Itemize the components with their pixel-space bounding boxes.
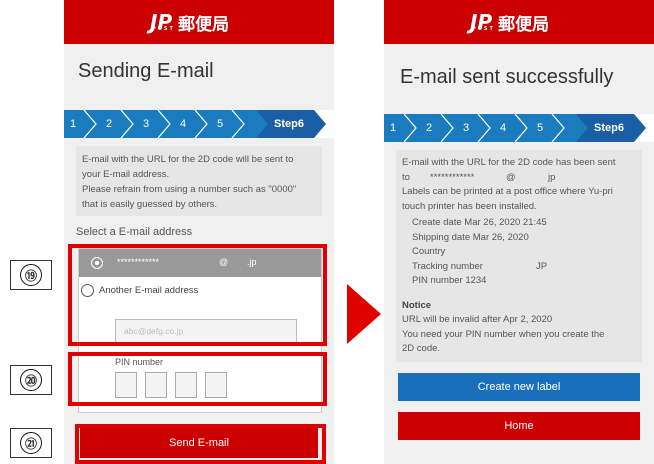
select-email-label: Select a E-mail address (76, 226, 193, 238)
step-progress: 1 2 3 4 5 Step6 (384, 114, 654, 142)
callout-19: ⑲ (10, 260, 52, 290)
step-5: 5 (216, 118, 224, 130)
country: Country (412, 246, 446, 257)
info-box: E-mail with the URL for the 2D code will… (76, 146, 322, 216)
shipping-date: Shipping date Mar 26, 2020 (412, 231, 529, 243)
callout-21: ㉑ (10, 428, 52, 458)
create-new-label-button[interactable]: Create new label (398, 373, 640, 401)
step-2: 2 (425, 122, 433, 134)
japan-post-logo: JP POST 郵便局 (150, 0, 229, 44)
step-4: 4 (179, 118, 187, 130)
tracking-line: Tracking number JP (412, 260, 636, 275)
step-5: 5 (536, 122, 544, 134)
step-1: 1 (389, 122, 397, 134)
step-3: 3 (462, 122, 470, 134)
step-progress: 1 2 3 4 5 Step6 (64, 110, 334, 138)
masked-email: ************ (430, 171, 475, 183)
info-line: Please refrain from using a number such … (82, 184, 297, 195)
step-4: 4 (499, 122, 507, 134)
next-arrow-icon (347, 284, 381, 344)
logo-text: 郵便局 (498, 14, 550, 35)
highlight-pin (68, 352, 327, 406)
highlight-send (75, 424, 326, 464)
step-6: Step6 (274, 118, 304, 130)
info-line: touch printer has been installed. (402, 200, 537, 212)
page-title: Sending E-mail (78, 60, 214, 82)
step-1: 1 (69, 118, 77, 130)
info-line: Labels can be printed at a post office w… (402, 186, 613, 197)
page-title: E-mail sent successfully (400, 66, 614, 88)
email-at: @ (506, 171, 516, 183)
step-2: 2 (105, 118, 113, 130)
right-screen: JP POST 郵便局 E-mail sent successfully 1 2 … (384, 0, 654, 464)
highlight-email-select (68, 244, 327, 346)
jp-post-mark-icon: JP POST (470, 10, 495, 34)
info-line: E-mail with the URL for the 2D code will… (82, 154, 294, 165)
details-list: Create date Mar 26, 2020 21:45 Shipping … (402, 216, 636, 289)
tracking-suffix: JP (536, 260, 548, 272)
create-date: Create date Mar 26, 2020 21:45 (412, 217, 547, 228)
info-recipient-line: to ************ @ jp (402, 171, 636, 186)
notice-line: URL will be invalid after Apr 2, 2020 (402, 314, 553, 325)
home-button[interactable]: Home (398, 412, 640, 440)
step-6: Step6 (594, 122, 624, 134)
app-header: JP POST 郵便局 (64, 0, 334, 44)
notice-line: You need your PIN number when you create… (402, 328, 605, 340)
japan-post-logo: JP POST 郵便局 (470, 0, 549, 44)
callout-20: ⑳ (10, 365, 52, 395)
info-line: E-mail with the URL for the 2D code has … (402, 157, 616, 168)
result-info-box: E-mail with the URL for the 2D code has … (396, 150, 642, 362)
info-line: your E-mail address. (82, 169, 170, 180)
pin-number: PIN number 1234 (412, 275, 487, 286)
step-3: 3 (142, 118, 150, 130)
tracking-number: Tracking number (412, 260, 483, 272)
info-line: that is easily guessed by others. (82, 199, 218, 210)
notice-title: Notice (402, 299, 432, 311)
jp-post-mark-icon: JP POST (150, 10, 175, 34)
app-header: JP POST 郵便局 (384, 0, 654, 44)
email-domain: jp (548, 171, 556, 183)
logo-text: 郵便局 (178, 14, 230, 35)
notice-line: 2D code. (402, 343, 441, 354)
